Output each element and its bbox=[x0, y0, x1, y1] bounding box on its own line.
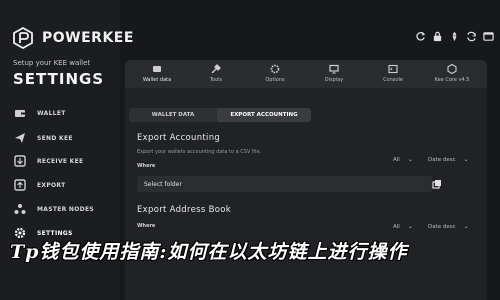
subtab-wallet-data[interactable]: WALLET DATA bbox=[129, 108, 217, 122]
sort-value: Date desc bbox=[428, 156, 456, 163]
receive-icon bbox=[14, 155, 26, 167]
refresh-icon[interactable] bbox=[414, 30, 426, 42]
export-accounting-description: Export your wallets accounting data to a… bbox=[137, 149, 262, 155]
chevron-down-icon: ⌄ bbox=[463, 156, 469, 163]
wallet-data-icon bbox=[153, 66, 161, 72]
filter-value: All bbox=[393, 223, 400, 230]
sidebar-item-label: SETTINGS bbox=[37, 229, 73, 237]
tab-label: Console bbox=[383, 77, 403, 83]
tools-icon bbox=[211, 64, 221, 74]
export-icon bbox=[14, 179, 26, 191]
overlay-title: Tp钱包使用指南:如何在以太坊链上进行操作 bbox=[10, 241, 408, 263]
tab-options[interactable]: Options bbox=[245, 64, 305, 83]
options-icon bbox=[270, 64, 280, 74]
tab-label: Tools bbox=[209, 77, 223, 83]
chevron-down-icon: ⌄ bbox=[407, 156, 413, 163]
folder-field-value: Select folder bbox=[144, 180, 182, 188]
display-icon bbox=[329, 64, 339, 74]
page-title: SETTINGS bbox=[13, 70, 105, 88]
tab-console[interactable]: Console bbox=[363, 64, 423, 83]
tab-label: Options bbox=[265, 77, 285, 83]
sync-icon[interactable] bbox=[465, 30, 477, 42]
extension-icon[interactable] bbox=[448, 30, 460, 42]
where-label: Where bbox=[137, 223, 156, 229]
sidebar-item-label: RECEIVE KEE bbox=[37, 157, 84, 165]
tab-kee-core[interactable]: Kee Core v4.5 bbox=[422, 64, 482, 83]
sidebar-item-label: MASTER NODES bbox=[37, 205, 94, 213]
copy-icon[interactable] bbox=[432, 179, 442, 189]
tab-label: Kee Core v4.5 bbox=[434, 77, 470, 83]
chevron-down-icon: ⌄ bbox=[407, 223, 413, 230]
filter-select[interactable]: All ⌄ bbox=[393, 223, 413, 230]
kee-core-icon bbox=[447, 64, 457, 74]
sidebar-item-wallet[interactable]: WALLET bbox=[14, 105, 66, 121]
settings-panel: Wallet data Tools Options Display Consol… bbox=[125, 60, 487, 300]
tab-tools[interactable]: Tools bbox=[186, 64, 246, 83]
console-icon bbox=[388, 64, 398, 74]
where-label: Where bbox=[137, 163, 156, 169]
header-icons bbox=[409, 30, 494, 42]
window-icon[interactable] bbox=[482, 30, 494, 42]
tab-label: Display bbox=[324, 77, 344, 83]
filter-select[interactable]: All ⌄ bbox=[393, 156, 413, 163]
sidebar-item-export[interactable]: EXPORT bbox=[14, 177, 65, 193]
sidebar-item-send-kee[interactable]: SEND KEE bbox=[14, 130, 73, 146]
wallet-icon bbox=[15, 110, 25, 117]
send-icon bbox=[15, 133, 25, 143]
brand-name: POWERKEE bbox=[42, 30, 134, 46]
sidebar-item-label: EXPORT bbox=[37, 181, 66, 189]
sort-value: Date desc bbox=[428, 223, 456, 230]
setup-text: Setup your KEE wallet bbox=[13, 59, 91, 67]
powerkee-logo-icon bbox=[13, 27, 33, 49]
sidebar-item-label: SEND KEE bbox=[37, 134, 73, 142]
sidebar-item-master-nodes[interactable]: MASTER NODES bbox=[14, 201, 94, 217]
chevron-down-icon: ⌄ bbox=[463, 223, 469, 230]
sidebar-item-receive-kee[interactable]: RECEIVE KEE bbox=[14, 153, 83, 169]
export-accounting-title: Export Accounting bbox=[137, 133, 221, 143]
sidebar-item-label: WALLET bbox=[37, 109, 66, 117]
folder-field[interactable]: Select folder bbox=[137, 176, 432, 192]
export-address-book-title: Export Address Book bbox=[137, 205, 231, 215]
tab-wallet-data[interactable]: Wallet data bbox=[127, 64, 187, 83]
tab-label: Wallet data bbox=[142, 77, 172, 83]
logo: POWERKEE bbox=[12, 27, 134, 49]
subtab-export-accounting[interactable]: EXPORT ACCOUNTING bbox=[217, 108, 311, 122]
tab-display[interactable]: Display bbox=[304, 64, 364, 83]
master-nodes-icon bbox=[14, 204, 26, 214]
subtab-bar: WALLET DATA EXPORT ACCOUNTING bbox=[129, 108, 311, 122]
sort-select[interactable]: Date desc ⌄ bbox=[428, 223, 469, 230]
lock-icon[interactable] bbox=[431, 30, 443, 42]
settings-tabs: Wallet data Tools Options Display Consol… bbox=[125, 60, 487, 88]
filter-value: All bbox=[393, 156, 400, 163]
sort-select[interactable]: Date desc ⌄ bbox=[428, 156, 469, 163]
